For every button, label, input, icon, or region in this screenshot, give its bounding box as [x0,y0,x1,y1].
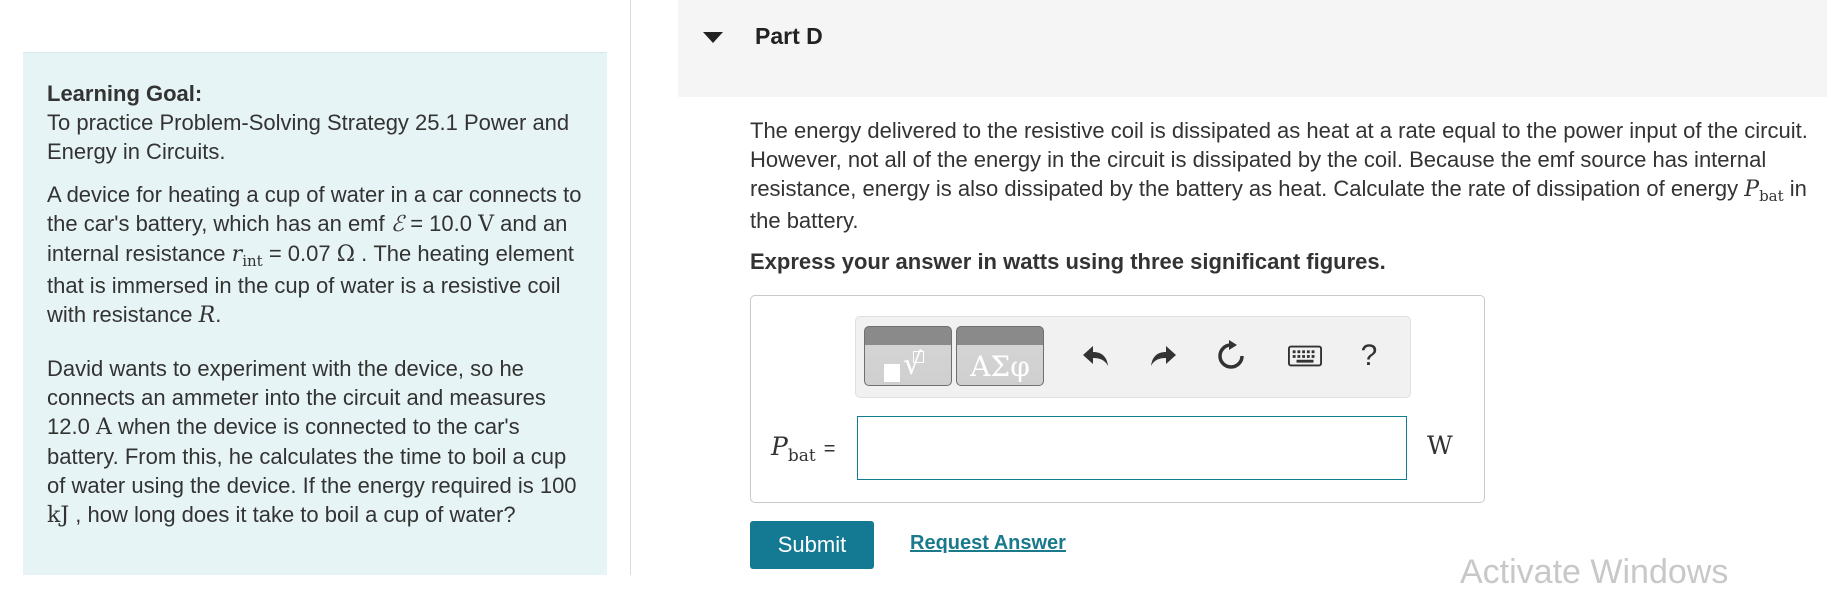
activate-windows-watermark: Activate Windows [1460,553,1729,591]
answer-var-symbol: P [771,432,788,461]
learning-goal-heading: Learning Goal: [47,81,203,106]
request-answer-link[interactable]: Request Answer [910,532,1066,555]
templates-button[interactable]: √ [864,326,952,386]
p-bat-subscript: bat [1759,187,1784,205]
r-symbol: r [231,242,243,267]
p1-text-d: = 0.07 [268,241,331,266]
answer-instruction: Express your answer in watts using three… [750,249,1386,274]
greek-symbols-label: ΑΣφ [970,350,1030,383]
p1-text-b: = 10.0 [410,211,472,236]
r-subscript: int [242,252,263,270]
unit-ohm: Ω [336,242,355,267]
column-divider [630,0,631,575]
keyboard-icon[interactable] [1288,339,1322,373]
collapse-caret-icon[interactable] [703,32,723,43]
answer-variable-label: Pbat = [771,432,836,466]
submit-button[interactable]: Submit [750,521,874,569]
answer-input[interactable] [857,416,1407,480]
unit-kilojoules: kJ [47,503,70,528]
answer-box: √ ΑΣφ ? Pbat = W [750,295,1485,503]
redo-icon[interactable] [1146,339,1180,373]
template-box-glyph [913,351,924,363]
undo-icon[interactable] [1079,339,1113,373]
part-title: Part D [755,23,823,49]
help-button[interactable]: ? [1352,339,1386,373]
part-header[interactable]: Part D [678,0,1827,97]
emf-symbol: ℰ [390,212,405,237]
question-text: The energy delivered to the resistive co… [750,116,1820,235]
R-symbol: R [198,303,216,328]
math-toolbar: √ ΑΣφ ? [855,316,1411,398]
p-bat-symbol: P [1744,177,1760,202]
answer-var-subscript: bat [787,446,816,466]
reset-icon[interactable] [1214,339,1248,373]
templates-icon [884,364,900,382]
p2-text-b: when the device is connected to the car'… [47,414,577,498]
unit-volts: V [478,212,494,237]
learning-goal-text: To practice Problem-Solving Strategy 25.… [47,110,570,164]
unit-amps: A [95,415,112,440]
p2-text-c: , how long does it take to boil a cup of… [75,502,516,527]
greek-symbols-button[interactable]: ΑΣφ [956,326,1044,386]
problem-paragraph-2: David wants to experiment with the devic… [47,354,583,530]
problem-paragraph-1: A device for heating a cup of water in a… [47,180,583,330]
p1-text-f: . [215,302,222,327]
question-text-a: The energy delivered to the resistive co… [750,118,1808,201]
learning-goal-panel: Learning Goal: To practice Problem-Solvi… [23,52,607,575]
answer-unit: W [1427,431,1453,460]
answer-equals: = [823,438,836,460]
